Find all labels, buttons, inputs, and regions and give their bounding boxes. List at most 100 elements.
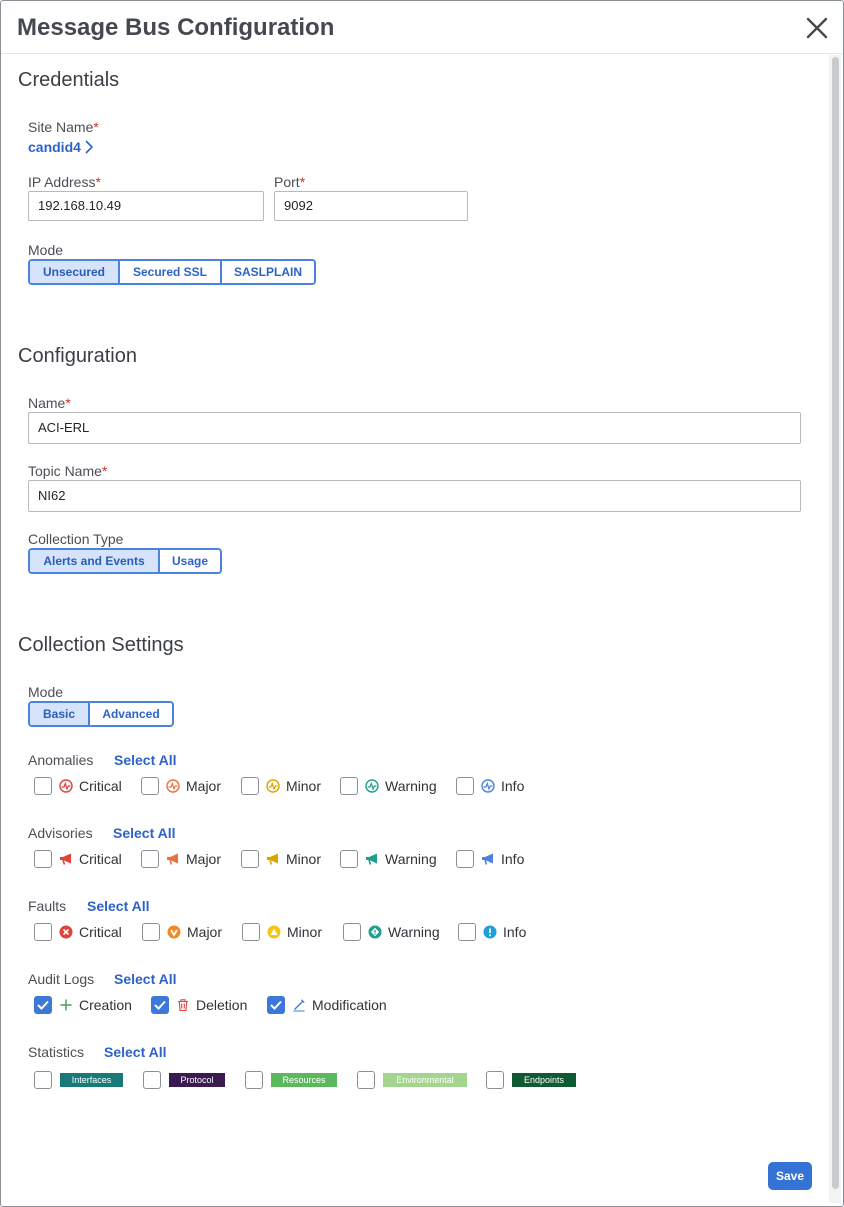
audit-deletion-label: Deletion — [196, 997, 247, 1013]
mode-basic-button[interactable]: Basic — [30, 703, 88, 725]
stat-environmental-tag: Environmental — [383, 1073, 467, 1087]
advisories-info-checkbox[interactable] — [456, 850, 474, 868]
advisories-info-option[interactable]: Info — [456, 849, 524, 869]
audit-creation-label: Creation — [79, 997, 132, 1013]
advisory-major-icon — [166, 852, 180, 866]
stat-resources-option[interactable]: Resources — [245, 1070, 337, 1090]
advisory-critical-icon — [59, 852, 73, 866]
statistics-select-all-link[interactable]: Select All — [104, 1044, 167, 1060]
advisories-minor-label: Minor — [286, 851, 321, 867]
mode-unsecured-button[interactable]: Unsecured — [30, 261, 118, 283]
stat-resources-checkbox[interactable] — [245, 1071, 263, 1089]
site-name-link[interactable]: candid4 — [28, 139, 93, 155]
stat-endpoints-option[interactable]: Endpoints — [486, 1070, 576, 1090]
stat-resources-tag: Resources — [271, 1073, 337, 1087]
mode-label: Mode — [28, 242, 63, 258]
anomalies-major-option[interactable]: Major — [141, 776, 221, 796]
advisories-select-all-link[interactable]: Select All — [113, 825, 176, 841]
anomalies-critical-checkbox[interactable] — [34, 777, 52, 795]
audit-modification-checkbox[interactable] — [267, 996, 285, 1014]
faults-warning-option[interactable]: Warning — [343, 922, 440, 942]
advisories-critical-label: Critical — [79, 851, 122, 867]
save-button[interactable]: Save — [768, 1162, 812, 1190]
audit-creation-option[interactable]: Creation — [34, 995, 132, 1015]
advisories-major-option[interactable]: Major — [141, 849, 221, 869]
faults-minor-checkbox[interactable] — [242, 923, 260, 941]
faults-major-checkbox[interactable] — [142, 923, 160, 941]
mode-saslplain-button[interactable]: SASLPLAIN — [220, 261, 314, 283]
faults-warning-label: Warning — [388, 924, 440, 940]
audit-logs-select-all-link[interactable]: Select All — [114, 971, 177, 987]
anomalies-select-all-link[interactable]: Select All — [114, 752, 177, 768]
advisories-warning-label: Warning — [385, 851, 437, 867]
site-name-value: candid4 — [28, 139, 81, 155]
audit-deletion-checkbox[interactable] — [151, 996, 169, 1014]
audit-creation-checkbox[interactable] — [34, 996, 52, 1014]
stat-interfaces-option[interactable]: Interfaces — [34, 1070, 123, 1090]
faults-warning-checkbox[interactable] — [343, 923, 361, 941]
mode-advanced-button[interactable]: Advanced — [88, 703, 172, 725]
anomalies-major-checkbox[interactable] — [141, 777, 159, 795]
audit-logs-label: Audit Logs — [28, 971, 94, 987]
collection-type-toggle: Alerts and Events Usage — [28, 548, 222, 574]
faults-minor-option[interactable]: Minor — [242, 922, 322, 942]
anomalies-minor-checkbox[interactable] — [241, 777, 259, 795]
faults-info-checkbox[interactable] — [458, 923, 476, 941]
advisory-minor-icon — [266, 852, 280, 866]
anomalies-info-option[interactable]: Info — [456, 776, 524, 796]
anomalies-major-label: Major — [186, 778, 221, 794]
anomalies-critical-label: Critical — [79, 778, 122, 794]
anomalies-info-checkbox[interactable] — [456, 777, 474, 795]
configuration-heading: Configuration — [18, 345, 137, 368]
anomalies-critical-option[interactable]: Critical — [34, 776, 122, 796]
anomalies-warning-label: Warning — [385, 778, 437, 794]
audit-modification-option[interactable]: Modification — [267, 995, 387, 1015]
advisories-minor-checkbox[interactable] — [241, 850, 259, 868]
close-icon[interactable] — [805, 16, 829, 40]
faults-major-option[interactable]: Major — [142, 922, 222, 942]
collection-mode-label: Mode — [28, 684, 63, 700]
scrollbar-thumb[interactable] — [832, 57, 839, 1189]
advisories-critical-option[interactable]: Critical — [34, 849, 122, 869]
mode-secured-ssl-button[interactable]: Secured SSL — [118, 261, 220, 283]
anomaly-minor-icon — [266, 779, 280, 793]
advisories-warning-checkbox[interactable] — [340, 850, 358, 868]
credentials-heading: Credentials — [18, 69, 119, 92]
faults-critical-option[interactable]: Critical — [34, 922, 122, 942]
fault-major-icon — [167, 925, 181, 939]
trash-icon — [176, 998, 190, 1012]
statistics-label: Statistics — [28, 1044, 84, 1060]
advisories-critical-checkbox[interactable] — [34, 850, 52, 868]
stat-environmental-checkbox[interactable] — [357, 1071, 375, 1089]
faults-select-all-link[interactable]: Select All — [87, 898, 150, 914]
anomalies-minor-option[interactable]: Minor — [241, 776, 321, 796]
topic-name-input[interactable]: NI62 — [28, 480, 801, 512]
anomalies-label: Anomalies — [28, 752, 93, 768]
port-label: Port* — [274, 174, 305, 190]
anomalies-warning-checkbox[interactable] — [340, 777, 358, 795]
stat-protocol-checkbox[interactable] — [143, 1071, 161, 1089]
advisories-warning-option[interactable]: Warning — [340, 849, 437, 869]
collection-alerts-events-button[interactable]: Alerts and Events — [30, 550, 158, 572]
ip-address-input[interactable]: 192.168.10.49 — [28, 191, 264, 221]
advisories-major-checkbox[interactable] — [141, 850, 159, 868]
topic-name-label: Topic Name* — [28, 463, 107, 479]
audit-deletion-option[interactable]: Deletion — [151, 995, 247, 1015]
site-name-label: Site Name* — [28, 119, 99, 135]
advisories-info-label: Info — [501, 851, 524, 867]
collection-settings-heading: Collection Settings — [18, 634, 184, 657]
faults-info-option[interactable]: Info — [458, 922, 526, 942]
faults-critical-checkbox[interactable] — [34, 923, 52, 941]
ip-address-label: IP Address* — [28, 174, 101, 190]
stat-endpoints-checkbox[interactable] — [486, 1071, 504, 1089]
anomaly-major-icon — [166, 779, 180, 793]
advisories-minor-option[interactable]: Minor — [241, 849, 321, 869]
stat-interfaces-checkbox[interactable] — [34, 1071, 52, 1089]
collection-usage-button[interactable]: Usage — [158, 550, 220, 572]
anomalies-warning-option[interactable]: Warning — [340, 776, 437, 796]
name-input[interactable]: ACI-ERL — [28, 412, 801, 444]
stat-environmental-option[interactable]: Environmental — [357, 1070, 467, 1090]
collection-type-label: Collection Type — [28, 531, 123, 547]
stat-protocol-option[interactable]: Protocol — [143, 1070, 225, 1090]
port-input[interactable]: 9092 — [274, 191, 468, 221]
